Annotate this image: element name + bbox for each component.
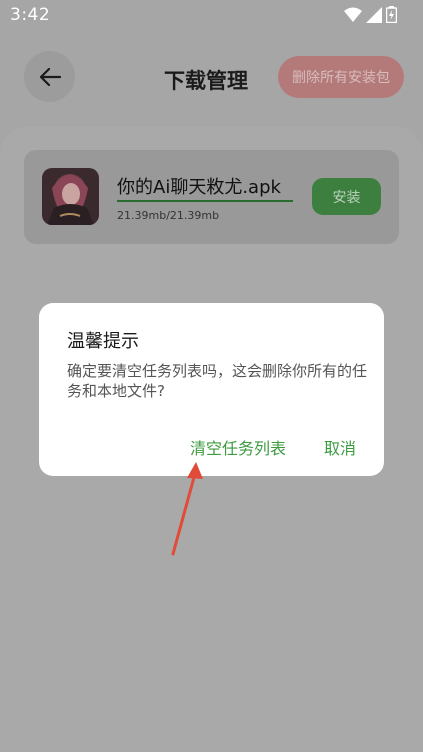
download-item-card: 你的Ai聊天敉尤.apk 21.39mb/21.39mb 安装 [24,150,399,244]
clear-task-list-button[interactable]: 清空任务列表 [190,435,286,459]
install-button[interactable]: 安装 [312,178,381,215]
dialog-actions: 清空任务列表 取消 [190,435,356,459]
status-icons [344,6,397,23]
wifi-icon [344,7,362,22]
download-progress-bar [117,200,293,202]
battery-icon [386,6,397,23]
cancel-button[interactable]: 取消 [324,435,356,459]
back-button[interactable] [24,51,75,102]
delete-all-packages-button[interactable]: 删除所有安装包 [278,56,404,98]
dialog-message: 确定要清空任务列表吗，这会删除你所有的任务和本地文件? [67,362,368,400]
page-title: 下载管理 [164,69,248,93]
signal-icon [366,6,382,23]
dialog-title: 温馨提示 [67,331,139,352]
arrow-left-icon [39,67,61,86]
app-header: 下载管理 删除所有安装包 [0,45,423,110]
app-icon [42,168,99,225]
status-time: 3:42 [10,5,51,25]
annotation-arrow-icon [171,462,203,556]
file-size: 21.39mb/21.39mb [117,209,220,222]
confirm-dialog: 温馨提示 确定要清空任务列表吗，这会删除你所有的任务和本地文件? 清空任务列表 … [39,303,384,476]
status-bar: 3:42 [0,0,423,30]
download-progress-fill [117,200,293,202]
file-name: 你的Ai聊天敉尤.apk [117,177,281,198]
